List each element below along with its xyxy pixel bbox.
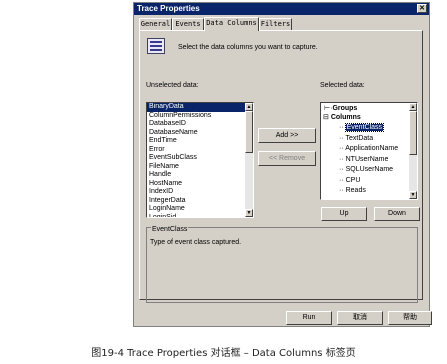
tab-filters[interactable]: Filters bbox=[259, 18, 292, 30]
tree-node-column[interactable]: ·· Reads bbox=[339, 187, 366, 195]
unselected-scrollbar[interactable]: ▲ ▼ bbox=[245, 103, 253, 217]
description-title: EventClass bbox=[151, 226, 189, 233]
list-item[interactable]: DatabaseName bbox=[147, 129, 253, 138]
tab-data-columns[interactable]: Data Columns bbox=[204, 17, 259, 31]
tree-node-column[interactable]: ·· NTUserName bbox=[339, 156, 388, 164]
tree-node-column[interactable]: ·· EventClass bbox=[339, 123, 385, 132]
selected-label: Selected data: bbox=[320, 82, 365, 89]
description-text: Type of event class captured. bbox=[150, 239, 242, 246]
list-item[interactable]: FileName bbox=[147, 163, 253, 172]
list-item[interactable]: EventSubClass bbox=[147, 154, 253, 163]
cancel-button[interactable]: 取消 bbox=[337, 311, 383, 325]
tree-node-column[interactable]: ·· SQLUserName bbox=[339, 166, 393, 174]
collapse-icon: ⊟ bbox=[323, 114, 329, 121]
up-button[interactable]: Up bbox=[321, 207, 367, 221]
close-icon: ✕ bbox=[419, 5, 425, 12]
list-item[interactable]: LoginSid bbox=[147, 214, 253, 218]
scroll-thumb[interactable] bbox=[245, 111, 253, 153]
unselected-label: Unselected data: bbox=[146, 82, 199, 89]
list-item[interactable]: BinaryData bbox=[147, 103, 253, 112]
list-item[interactable]: EndTime bbox=[147, 137, 253, 146]
title-bar: Trace Properties ✕ bbox=[134, 3, 429, 15]
selected-scrollbar[interactable]: ▲ ▼ bbox=[409, 103, 417, 199]
list-item[interactable]: HostName bbox=[147, 180, 253, 189]
down-button[interactable]: Down bbox=[374, 207, 420, 221]
tree-node-columns[interactable]: ⊟ Columns bbox=[323, 114, 361, 122]
scroll-down-icon[interactable]: ▼ bbox=[245, 209, 253, 217]
data-columns-icon bbox=[147, 38, 165, 54]
tab-events[interactable]: Events bbox=[172, 18, 204, 30]
list-item[interactable]: ColumnPermissions bbox=[147, 112, 253, 121]
window-title: Trace Properties bbox=[137, 4, 200, 13]
list-item[interactable]: Handle bbox=[147, 171, 253, 180]
tab-general[interactable]: General bbox=[139, 18, 172, 30]
list-item[interactable]: DatabaseID bbox=[147, 120, 253, 129]
scroll-down-icon[interactable]: ▼ bbox=[409, 191, 417, 199]
tree-node-column[interactable]: ·· ApplicationName bbox=[339, 145, 398, 153]
selected-tree[interactable]: ⊢·Groups ⊟ Columns ·· EventClass ·· TextD… bbox=[320, 102, 418, 200]
scroll-up-icon[interactable]: ▲ bbox=[245, 103, 253, 111]
list-item[interactable]: IntegerData bbox=[147, 197, 253, 206]
close-button[interactable]: ✕ bbox=[417, 4, 427, 13]
add-button[interactable]: Add >> bbox=[258, 128, 316, 143]
tree-node-column[interactable]: ·· TextData bbox=[339, 135, 373, 143]
remove-button[interactable]: << Remove bbox=[258, 151, 316, 166]
unselected-list[interactable]: BinaryData ColumnPermissions DatabaseID Dat… bbox=[146, 102, 254, 218]
tree-node-groups[interactable]: ⊢·Groups bbox=[324, 105, 357, 113]
figure-caption: 图19-4 Trace Properties 对话框 – Data Column… bbox=[91, 348, 356, 359]
scroll-thumb[interactable] bbox=[409, 111, 417, 155]
scroll-up-icon[interactable]: ▲ bbox=[409, 103, 417, 111]
help-button[interactable]: 帮助 bbox=[388, 311, 432, 325]
tree-node-column[interactable]: ·· CPU bbox=[339, 177, 360, 185]
run-button[interactable]: Run bbox=[286, 311, 332, 325]
header-text: Select the data columns you want to capt… bbox=[178, 44, 318, 51]
list-item[interactable]: Error bbox=[147, 146, 253, 155]
list-item[interactable]: IndexID bbox=[147, 188, 253, 197]
list-item[interactable]: LoginName bbox=[147, 205, 253, 214]
